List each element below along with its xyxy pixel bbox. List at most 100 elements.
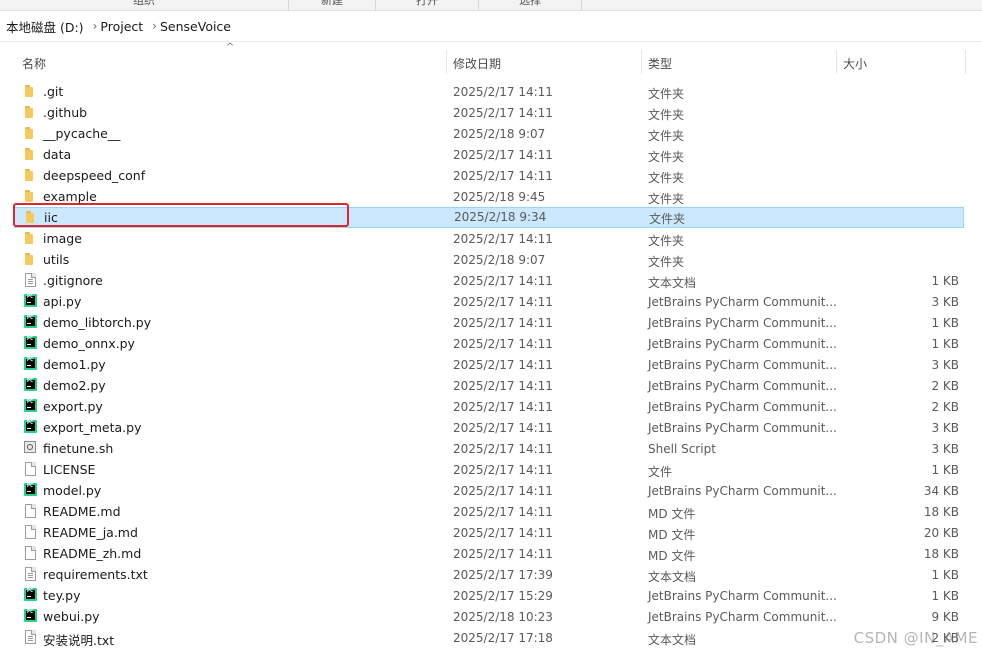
file-size: 1 KB [931, 316, 959, 330]
file-row[interactable]: requirements.txt 2025/2/17 17:39 文本文档 1 KB [14, 564, 964, 585]
file-row[interactable]: finetune.sh 2025/2/17 14:11 Shell Script 3 … [14, 438, 964, 459]
file-name: export_meta.py [43, 420, 142, 435]
file-row[interactable]: PC model.py 2025/2/17 14:11 JetBrains PyCha… [14, 480, 964, 501]
file-type: 文件夹 [648, 87, 685, 101]
file-modified-date: 2025/2/17 14:11 [453, 232, 553, 246]
file-name: tey.py [43, 588, 81, 603]
folder-icon [24, 189, 38, 203]
file-type: 文件夹 [648, 171, 685, 185]
file-row[interactable]: data 2025/2/17 14:11 文件夹 [14, 144, 964, 165]
column-header-name[interactable]: 名称 [14, 44, 446, 78]
file-row[interactable]: .gitignore 2025/2/17 14:11 文本文档 1 KB [14, 270, 964, 291]
file-name: image [43, 231, 82, 246]
file-name: demo1.py [43, 357, 106, 372]
column-divider[interactable] [965, 50, 966, 74]
file-row[interactable]: PC export_meta.py 2025/2/17 14:11 JetBrains… [14, 417, 964, 438]
ribbon-group-select[interactable]: 选择 [479, 0, 582, 10]
file-row[interactable]: LICENSE 2025/2/17 14:11 文件 1 KB [14, 459, 964, 480]
file-modified-date: 2025/2/17 14:11 [453, 484, 553, 498]
text-file-icon [24, 273, 38, 287]
file-row[interactable]: 安装说明.txt 2025/2/17 17:18 文本文档 2 KB [14, 627, 964, 648]
file-row[interactable]: PC demo_libtorch.py 2025/2/17 14:11 JetBrai… [14, 312, 964, 333]
column-header-type[interactable]: 类型 [642, 44, 836, 78]
folder-icon [24, 105, 38, 119]
file-modified-date: 2025/2/17 14:11 [453, 526, 553, 540]
column-header-size[interactable]: 大小 [837, 44, 965, 78]
file-list: .git 2025/2/17 14:11 文件夹 .github 2025/2/17 1… [14, 81, 964, 648]
file-row[interactable]: README.md 2025/2/17 14:11 MD 文件 18 KB [14, 501, 964, 522]
file-name: requirements.txt [43, 567, 148, 582]
chevron-right-icon[interactable]: › [143, 19, 160, 33]
file-row[interactable]: deepspeed_conf 2025/2/17 14:11 文件夹 [14, 165, 964, 186]
file-modified-date: 2025/2/18 9:07 [453, 127, 546, 141]
file-name: 安装说明.txt [43, 633, 115, 648]
file-row[interactable]: README_ja.md 2025/2/17 14:11 MD 文件 20 KB [14, 522, 964, 543]
watermark: CSDN @IN_AME [853, 629, 978, 647]
file-row[interactable]: __pycache__ 2025/2/18 9:07 文件夹 [14, 123, 964, 144]
file-row[interactable]: utils 2025/2/18 9:07 文件夹 [14, 249, 964, 270]
ribbon-group-organize[interactable]: 组织 [0, 0, 289, 10]
file-size: 3 KB [931, 421, 959, 435]
breadcrumb-item-project[interactable]: Project [100, 19, 143, 34]
file-row[interactable]: PC webui.py 2025/2/18 10:23 JetBrains PyCha… [14, 606, 964, 627]
file-type: 文件夹 [648, 192, 685, 206]
breadcrumb-item-drive[interactable]: 本地磁盘 (D:) [0, 17, 84, 36]
file-type: JetBrains PyCharm Communit... [648, 484, 837, 498]
file-icon [24, 504, 38, 518]
file-type: MD 文件 [648, 528, 696, 542]
file-row[interactable]: .github 2025/2/17 14:11 文件夹 [14, 102, 964, 123]
file-name: demo_onnx.py [43, 336, 135, 351]
file-type: JetBrains PyCharm Communit... [648, 316, 837, 330]
file-modified-date: 2025/2/17 17:39 [453, 568, 553, 582]
file-type: 文件夹 [648, 255, 685, 269]
ribbon-group-new[interactable]: 新建 [289, 0, 376, 10]
file-type: 文件 [648, 465, 673, 479]
text-file-icon [24, 630, 38, 644]
pycharm-icon: PC [24, 420, 38, 434]
file-row[interactable]: PC api.py 2025/2/17 14:11 JetBrains PyCharm… [14, 291, 964, 312]
column-header-type-label: 类型 [648, 57, 673, 71]
file-size: 1 KB [931, 274, 959, 288]
file-row[interactable]: PC demo_onnx.py 2025/2/17 14:11 JetBrains P… [14, 333, 964, 354]
file-size: 1 KB [931, 568, 959, 582]
file-row[interactable]: PC demo2.py 2025/2/17 14:11 JetBrains PyCha… [14, 375, 964, 396]
file-size: 1 KB [931, 337, 959, 351]
file-row[interactable]: image 2025/2/17 14:11 文件夹 [14, 228, 964, 249]
file-row[interactable]: README_zh.md 2025/2/17 14:11 MD 文件 18 KB [14, 543, 964, 564]
file-icon [24, 525, 38, 539]
file-name: finetune.sh [43, 441, 114, 456]
file-modified-date: 2025/2/17 14:11 [453, 169, 553, 183]
column-header-date[interactable]: 修改日期 [447, 44, 641, 78]
file-name: demo2.py [43, 378, 106, 393]
file-row[interactable]: PC demo1.py 2025/2/17 14:11 JetBrains PyCha… [14, 354, 964, 375]
ribbon-toolbar: 组织 新建 打开 选择 [0, 0, 982, 11]
ribbon-group-open[interactable]: 打开 [376, 0, 479, 10]
file-modified-date: 2025/2/17 14:11 [453, 505, 553, 519]
column-header-size-label: 大小 [843, 57, 868, 71]
shell-script-icon [24, 441, 38, 455]
annotation-highlight-box [13, 203, 349, 227]
file-row[interactable]: .git 2025/2/17 14:11 文件夹 [14, 81, 964, 102]
file-type: 文件夹 [648, 129, 685, 143]
folder-icon [24, 84, 38, 98]
breadcrumb: 本地磁盘 (D:) › Project › SenseVoice [0, 11, 982, 42]
file-name: .git [43, 84, 64, 99]
file-modified-date: 2025/2/17 14:11 [453, 148, 553, 162]
file-row[interactable]: PC export.py 2025/2/17 14:11 JetBrains PyCh… [14, 396, 964, 417]
file-name: utils [43, 252, 70, 267]
file-type: 文件夹 [648, 108, 685, 122]
file-size: 34 KB [923, 484, 959, 498]
folder-icon [24, 168, 38, 182]
file-row[interactable]: PC tey.py 2025/2/17 15:29 JetBrains PyCharm… [14, 585, 964, 606]
pycharm-icon: PC [24, 609, 38, 623]
file-type: 文件夹 [649, 212, 686, 226]
file-type: MD 文件 [648, 507, 696, 521]
file-type: 文本文档 [648, 570, 697, 584]
folder-icon [24, 147, 38, 161]
breadcrumb-item-sensevoice[interactable]: SenseVoice [160, 19, 231, 34]
chevron-right-icon[interactable]: › [84, 19, 101, 33]
column-header-row: ^ 名称 修改日期 类型 大小 [14, 42, 966, 78]
file-modified-date: 2025/2/17 14:11 [453, 106, 553, 120]
file-name: export.py [43, 399, 103, 414]
file-modified-date: 2025/2/18 9:34 [454, 210, 547, 224]
